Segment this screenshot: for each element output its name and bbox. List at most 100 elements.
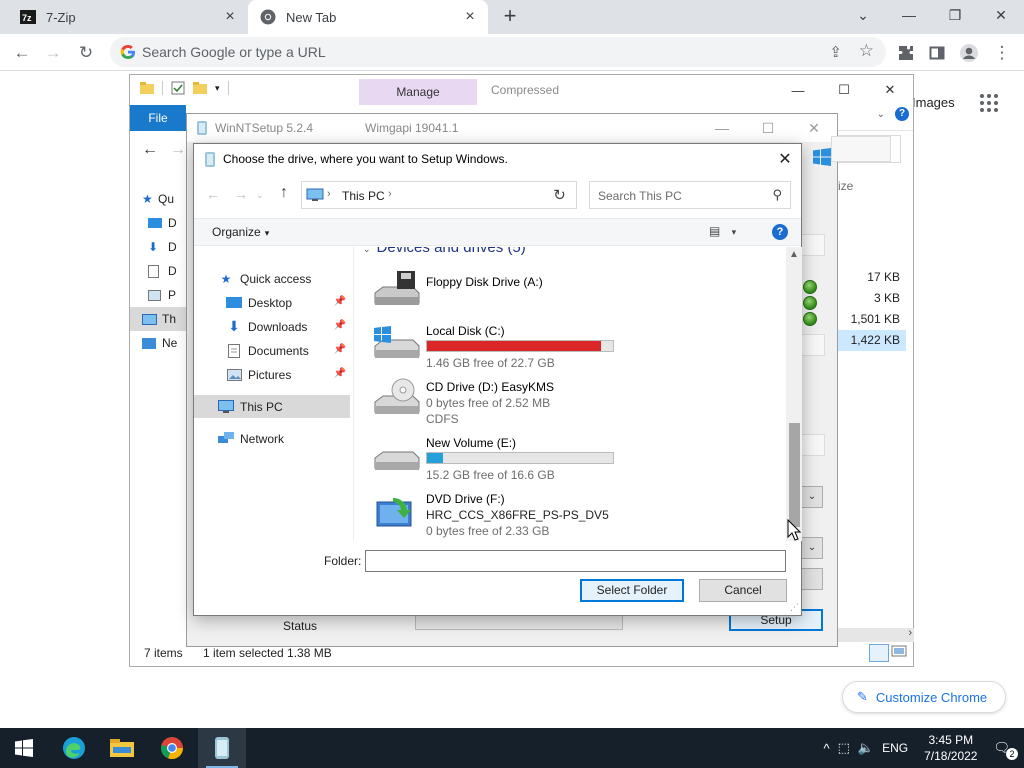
back-button[interactable]: ←: [9, 40, 35, 66]
breadcrumb-separator-icon[interactable]: ›: [327, 188, 331, 200]
new-tab-button[interactable]: +: [498, 5, 522, 29]
change-view-icon[interactable]: ▤ ▾: [709, 224, 743, 242]
sidebar-item-network[interactable]: Ne: [130, 331, 190, 355]
omnibox[interactable]: Search Google or type a URL ⇪ ☆: [110, 37, 886, 67]
details-view-icon[interactable]: [869, 644, 889, 662]
drive-item-f[interactable]: DVD Drive (F:) HRC_CCS_X86FRE_PS-PS_DV5 …: [355, 484, 775, 538]
close-tab-icon[interactable]: ×: [462, 9, 478, 25]
breadcrumb-this-pc[interactable]: This PC: [342, 189, 385, 203]
chrome-icon[interactable]: [148, 728, 196, 768]
sidebar-item-pictures[interactable]: P: [130, 283, 190, 307]
sidebar-item-documents[interactable]: D: [130, 259, 190, 283]
start-icon[interactable]: [0, 728, 48, 768]
language-indicator[interactable]: ENG: [882, 741, 908, 755]
help-icon[interactable]: ?: [772, 224, 788, 240]
nav-documents[interactable]: Documents 📌: [194, 339, 350, 362]
pin-icon[interactable]: 📌: [334, 296, 346, 307]
nav-network[interactable]: Network: [194, 427, 350, 450]
recent-locations-icon[interactable]: ⌄: [256, 190, 264, 201]
large-icons-view-icon[interactable]: [891, 644, 909, 662]
drive-item-e[interactable]: New Volume (E:) 15.2 GB free of 16.6 GB: [355, 428, 775, 482]
profile-avatar-icon[interactable]: [956, 40, 982, 66]
nav-downloads[interactable]: ⬇ Downloads 📌: [194, 315, 350, 338]
minimize-button[interactable]: —: [775, 75, 821, 105]
properties-icon[interactable]: [171, 81, 185, 95]
scroll-up-icon[interactable]: ▲: [789, 249, 799, 260]
nav-quick-access[interactable]: ★ Quick access: [194, 267, 350, 290]
drive-item-d[interactable]: CD Drive (D:) EasyKMS 0 bytes free of 2.…: [355, 372, 775, 426]
maximize-button[interactable]: ☐: [745, 114, 791, 142]
minimize-button[interactable]: —: [886, 0, 932, 30]
forward-arrow-icon[interactable]: →: [234, 186, 248, 202]
new-folder-icon[interactable]: [193, 81, 207, 95]
show-hidden-icons-icon[interactable]: ^: [823, 741, 829, 756]
reload-button[interactable]: ↻: [73, 40, 99, 66]
nav-this-pc[interactable]: This PC: [194, 395, 350, 418]
pin-icon[interactable]: 📌: [334, 368, 346, 379]
volume-icon[interactable]: 🔈: [858, 740, 874, 756]
sidebar-item-quick-access[interactable]: ★ Qu: [130, 187, 190, 211]
extensions-puzzle-icon[interactable]: [893, 40, 919, 66]
cancel-button[interactable]: Cancel: [699, 579, 787, 602]
group-header[interactable]: ⌄ Devices and drives (5): [363, 247, 526, 256]
pin-icon[interactable]: 📌: [334, 344, 346, 355]
google-apps-icon[interactable]: [980, 94, 998, 112]
options-button-fragment[interactable]: [801, 568, 823, 590]
restore-button[interactable]: ❐: [932, 0, 978, 30]
select-folder-button[interactable]: Select Folder: [580, 579, 684, 602]
scrollbar-thumb[interactable]: [789, 423, 800, 527]
back-arrow-icon[interactable]: ←: [142, 141, 158, 159]
close-button[interactable]: ✕: [867, 75, 913, 105]
bookmark-star-icon[interactable]: ☆: [859, 41, 874, 61]
maximize-button[interactable]: ☐: [821, 75, 867, 105]
customize-chrome-button[interactable]: ✎ Customize Chrome: [842, 681, 1006, 713]
file-size-selected[interactable]: 1,422 KB: [830, 330, 906, 351]
close-tab-icon[interactable]: ×: [222, 9, 238, 25]
qat-dropdown-icon[interactable]: ▾: [215, 83, 220, 94]
sidebar-item-downloads[interactable]: ⬇ D: [130, 235, 190, 259]
drive-item-floppy[interactable]: Floppy Disk Drive (A:): [355, 267, 775, 321]
forward-arrow-icon[interactable]: →: [170, 141, 186, 159]
tab-search-icon[interactable]: ⌄: [840, 0, 886, 30]
edge-icon[interactable]: [50, 728, 98, 768]
drive-item-c[interactable]: Local Disk (C:) 1.46 GB free of 22.7 GB: [355, 316, 775, 370]
pin-icon[interactable]: 📌: [334, 320, 346, 331]
tab-manage[interactable]: Manage: [359, 79, 477, 105]
notifications-icon[interactable]: 🗨 2: [993, 740, 1018, 760]
help-icon[interactable]: ?: [895, 107, 909, 121]
up-arrow-icon[interactable]: ↑: [280, 184, 288, 202]
source-path-box[interactable]: [831, 136, 891, 162]
minimize-button[interactable]: —: [699, 114, 745, 142]
tab-new-tab[interactable]: New Tab ×: [248, 0, 488, 34]
chrome-menu-icon[interactable]: ⋮: [989, 40, 1015, 66]
dropdown-arrow-icon[interactable]: ⌄: [801, 486, 823, 508]
nav-pictures[interactable]: Pictures 📌: [194, 363, 350, 386]
size-column-header[interactable]: ize: [838, 179, 853, 193]
side-panel-icon[interactable]: [924, 40, 950, 66]
sidebar-item-this-pc[interactable]: Th: [130, 307, 190, 331]
vertical-scrollbar[interactable]: ▲: [786, 247, 802, 541]
back-arrow-icon[interactable]: ←: [206, 186, 220, 202]
refresh-icon[interactable]: ↻: [543, 181, 577, 209]
file-tab[interactable]: File: [130, 105, 186, 131]
share-icon[interactable]: ⇪: [829, 43, 842, 61]
network-status-icon[interactable]: ⬚: [838, 740, 850, 756]
address-bar[interactable]: › This PC › ⌄: [301, 181, 576, 209]
folder-input[interactable]: [365, 550, 786, 572]
search-input[interactable]: Search This PC ⚲: [589, 181, 791, 209]
resize-grip-icon[interactable]: ⋰: [790, 602, 799, 613]
close-button[interactable]: ✕: [769, 144, 801, 174]
breadcrumb-separator-icon[interactable]: ›: [388, 188, 392, 200]
dropdown-arrow-icon[interactable]: ⌄: [801, 537, 823, 559]
forward-button[interactable]: →: [40, 40, 66, 66]
nav-desktop[interactable]: Desktop 📌: [194, 291, 350, 314]
images-link[interactable]: Images: [912, 95, 955, 110]
close-window-button[interactable]: ✕: [978, 0, 1024, 30]
clock[interactable]: 3:45 PM 7/18/2022: [924, 732, 977, 764]
file-explorer-icon[interactable]: [98, 728, 146, 768]
tab-7zip[interactable]: 7z 7-Zip ×: [8, 0, 248, 34]
organize-button[interactable]: Organize ▾: [212, 225, 269, 239]
expand-ribbon-icon[interactable]: ⌄: [877, 109, 885, 120]
sidebar-item-desktop[interactable]: D: [130, 211, 190, 235]
winntsetup-icon[interactable]: [198, 728, 246, 768]
